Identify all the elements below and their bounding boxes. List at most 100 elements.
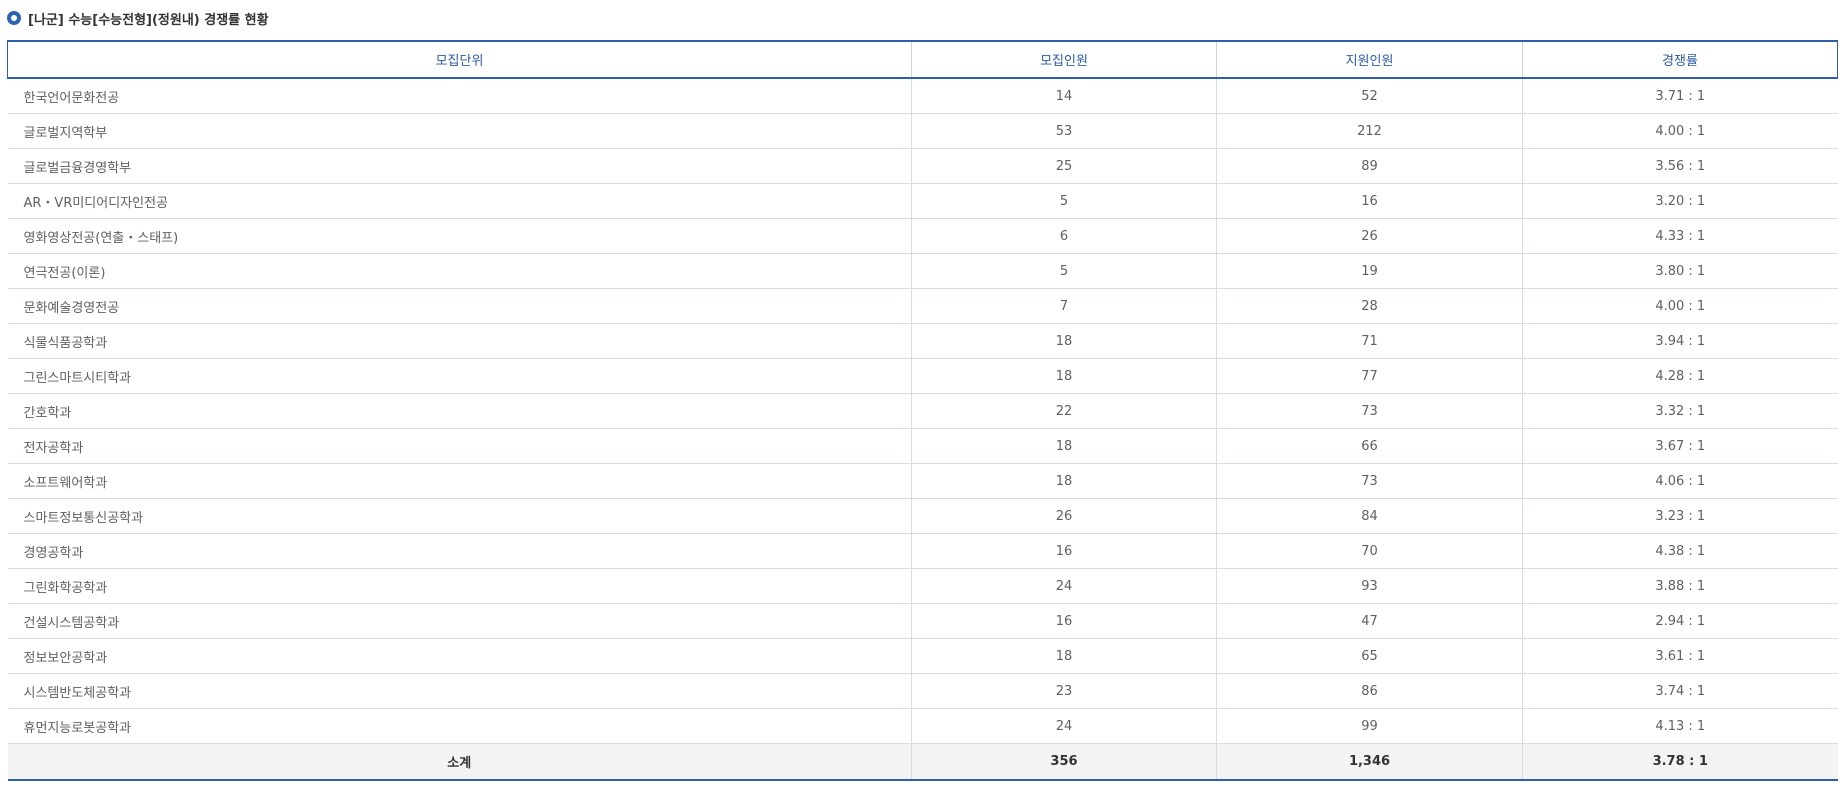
cell-ratio: 4.00 : 1: [1522, 288, 1838, 324]
cell-unit: 글로벌금융경영학부: [7, 148, 912, 184]
table-row: 간호학과 22 73 3.32 : 1: [7, 393, 1838, 429]
table-row: 한국언어문화전공 14 52 3.71 : 1: [7, 78, 1838, 114]
cell-unit: 스마트정보통신공학과: [7, 498, 912, 534]
total-row: 소계 356 1,346 3.78 : 1: [7, 743, 1838, 781]
cell-ratio: 4.06 : 1: [1522, 463, 1838, 499]
cell-ratio: 3.88 : 1: [1522, 568, 1838, 604]
cell-unit: 건설시스템공학과: [7, 603, 912, 639]
cell-ratio: 4.33 : 1: [1522, 218, 1838, 254]
cell-ratio: 3.80 : 1: [1522, 253, 1838, 289]
cell-quota: 16: [911, 603, 1217, 639]
cell-quota: 24: [911, 708, 1217, 744]
cell-applicants: 86: [1216, 673, 1523, 709]
cell-quota: 18: [911, 358, 1217, 394]
table-row: 식물식품공학과 18 71 3.94 : 1: [7, 323, 1838, 359]
cell-unit: 소프트웨어학과: [7, 463, 912, 499]
table-row: 연극전공(이론) 5 19 3.80 : 1: [7, 253, 1838, 289]
table-body: 한국언어문화전공 14 52 3.71 : 1 글로벌지역학부 53 212 4.00 : 1…: [7, 78, 1838, 744]
cell-quota: 5: [911, 183, 1217, 219]
cell-ratio: 3.56 : 1: [1522, 148, 1838, 184]
cell-unit: 시스템반도체공학과: [7, 673, 912, 709]
cell-quota: 18: [911, 323, 1217, 359]
cell-unit: 한국언어문화전공: [7, 78, 912, 114]
cell-applicants: 16: [1216, 183, 1523, 219]
table-row: 정보보안공학과 18 65 3.61 : 1: [7, 638, 1838, 674]
cell-ratio: 4.13 : 1: [1522, 708, 1838, 744]
table-row: 소프트웨어학과 18 73 4.06 : 1: [7, 463, 1838, 499]
cell-quota: 18: [911, 638, 1217, 674]
cell-unit: 간호학과: [7, 393, 912, 429]
cell-applicants: 71: [1216, 323, 1523, 359]
cell-quota: 53: [911, 113, 1217, 149]
table-row: 영화영상전공(연출・스태프) 6 26 4.33 : 1: [7, 218, 1838, 254]
cell-applicants: 52: [1216, 78, 1523, 114]
page-title: [나군] 수능[수능전형](정원내) 경쟁률 현황: [28, 12, 269, 28]
table-row: 스마트정보통신공학과 26 84 3.23 : 1: [7, 498, 1838, 534]
cell-ratio: 3.20 : 1: [1522, 183, 1838, 219]
cell-ratio: 4.38 : 1: [1522, 533, 1838, 569]
table-row: 문화예술경영전공 7 28 4.00 : 1: [7, 288, 1838, 324]
cell-quota: 22: [911, 393, 1217, 429]
table-row: 전자공학과 18 66 3.67 : 1: [7, 428, 1838, 464]
cell-ratio: 3.67 : 1: [1522, 428, 1838, 464]
cell-unit: AR・VR미디어디자인전공: [7, 183, 912, 219]
cell-unit: 문화예술경영전공: [7, 288, 912, 324]
cell-unit: 휴먼지능로봇공학과: [7, 708, 912, 744]
cell-ratio: 3.94 : 1: [1522, 323, 1838, 359]
cell-unit: 전자공학과: [7, 428, 912, 464]
table-row: 그린화학공학과 24 93 3.88 : 1: [7, 568, 1838, 604]
competition-table-container: 모집단위 모집인원 지원인원 경쟁률 한국언어문화전공 14 52 3.71 : 1글…: [7, 40, 1838, 781]
cell-ratio: 2.94 : 1: [1522, 603, 1838, 639]
header-ratio: 경쟁률: [1522, 40, 1838, 79]
cell-applicants: 28: [1216, 288, 1523, 324]
table-row: 시스템반도체공학과 23 86 3.74 : 1: [7, 673, 1838, 709]
cell-unit: 연극전공(이론): [7, 253, 912, 289]
cell-applicants: 70: [1216, 533, 1523, 569]
cell-applicants: 73: [1216, 463, 1523, 499]
cell-applicants: 99: [1216, 708, 1523, 744]
cell-ratio: 3.74 : 1: [1522, 673, 1838, 709]
table-row: AR・VR미디어디자인전공 5 16 3.20 : 1: [7, 183, 1838, 219]
cell-ratio: 4.00 : 1: [1522, 113, 1838, 149]
cell-applicants: 212: [1216, 113, 1523, 149]
cell-quota: 5: [911, 253, 1217, 289]
competition-table: 모집단위 모집인원 지원인원 경쟁률 한국언어문화전공 14 52 3.71 : 1글…: [7, 40, 1838, 781]
cell-unit: 정보보안공학과: [7, 638, 912, 674]
cell-quota: 7: [911, 288, 1217, 324]
cell-applicants: 47: [1216, 603, 1523, 639]
table-row: 그린스마트시티학과 18 77 4.28 : 1: [7, 358, 1838, 394]
table-row: 글로벌금융경영학부 25 89 3.56 : 1: [7, 148, 1838, 184]
cell-quota: 6: [911, 218, 1217, 254]
cell-applicants: 89: [1216, 148, 1523, 184]
cell-ratio: 3.32 : 1: [1522, 393, 1838, 429]
cell-applicants: 26: [1216, 218, 1523, 254]
cell-quota: 25: [911, 148, 1217, 184]
cell-ratio: 4.28 : 1: [1522, 358, 1838, 394]
total-quota: 356: [911, 743, 1217, 781]
total-ratio: 3.78 : 1: [1522, 743, 1838, 781]
cell-quota: 26: [911, 498, 1217, 534]
cell-quota: 24: [911, 568, 1217, 604]
cell-ratio: 3.61 : 1: [1522, 638, 1838, 674]
cell-unit: 그린스마트시티학과: [7, 358, 912, 394]
header-unit: 모집단위: [7, 40, 912, 79]
section-heading: [나군] 수능[수능전형](정원내) 경쟁률 현황: [7, 9, 269, 28]
radio-bullet-icon: [7, 11, 21, 25]
cell-unit: 식물식품공학과: [7, 323, 912, 359]
total-applicants: 1,346: [1216, 743, 1523, 781]
cell-unit: 경영공학과: [7, 533, 912, 569]
cell-applicants: 66: [1216, 428, 1523, 464]
cell-quota: 23: [911, 673, 1217, 709]
cell-applicants: 77: [1216, 358, 1523, 394]
cell-quota: 16: [911, 533, 1217, 569]
cell-unit: 글로벌지역학부: [7, 113, 912, 149]
total-unit: 소계: [7, 743, 912, 781]
table-row: 글로벌지역학부 53 212 4.00 : 1: [7, 113, 1838, 149]
cell-applicants: 84: [1216, 498, 1523, 534]
cell-applicants: 65: [1216, 638, 1523, 674]
table-row: 경영공학과 16 70 4.38 : 1: [7, 533, 1838, 569]
cell-quota: 18: [911, 428, 1217, 464]
table-row: 건설시스템공학과 16 47 2.94 : 1: [7, 603, 1838, 639]
header-applicants: 지원인원: [1216, 40, 1523, 79]
cell-ratio: 3.23 : 1: [1522, 498, 1838, 534]
